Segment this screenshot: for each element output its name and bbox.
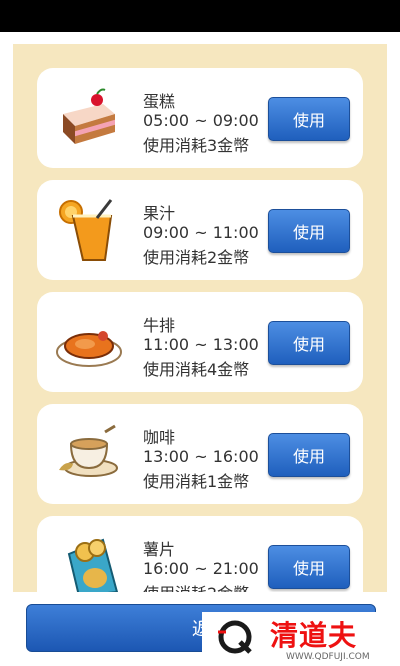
item-cost: 使用消耗2金幣 — [143, 248, 250, 267]
item-cost: 使用消耗1金幣 — [143, 472, 250, 491]
item-name: 薯片 — [143, 540, 176, 559]
watermark: 清道夫 WWW.QDFUJI.COM — [202, 612, 400, 666]
watermark-brand: 清道夫 — [270, 619, 358, 652]
use-button[interactable]: 使用 — [268, 321, 350, 365]
list-item: 薯片 16:00 ~ 21:00 使用消耗2金幣 使用 — [37, 516, 363, 592]
cake-icon — [55, 86, 123, 150]
item-cost: 使用消耗4金幣 — [143, 360, 250, 379]
watermark-url: WWW.QDFUJI.COM — [286, 652, 370, 662]
item-time: 09:00 ~ 11:00 — [143, 223, 259, 242]
item-name: 咖啡 — [143, 428, 176, 447]
coffee-icon — [55, 422, 123, 486]
chips-icon — [55, 534, 123, 592]
item-cost: 使用消耗3金幣 — [143, 136, 250, 155]
use-button[interactable]: 使用 — [268, 545, 350, 589]
use-button[interactable]: 使用 — [268, 433, 350, 477]
item-time: 16:00 ~ 21:00 — [143, 559, 259, 578]
juice-icon — [55, 198, 123, 262]
list-item: 牛排 11:00 ~ 13:00 使用消耗4金幣 使用 — [37, 292, 363, 392]
food-panel: 蛋糕 05:00 ~ 09:00 使用消耗3金幣 使用 果汁 09:00 ~ 1… — [13, 44, 387, 592]
use-button[interactable]: 使用 — [268, 209, 350, 253]
watermark-logo-icon — [218, 620, 252, 654]
steak-icon — [55, 310, 123, 374]
item-name: 果汁 — [143, 204, 176, 223]
list-item: 蛋糕 05:00 ~ 09:00 使用消耗3金幣 使用 — [37, 68, 363, 168]
status-bar — [0, 0, 400, 32]
item-time: 13:00 ~ 16:00 — [143, 447, 259, 466]
food-list: 蛋糕 05:00 ~ 09:00 使用消耗3金幣 使用 果汁 09:00 ~ 1… — [37, 68, 363, 592]
item-time: 05:00 ~ 09:00 — [143, 111, 259, 130]
list-item: 咖啡 13:00 ~ 16:00 使用消耗1金幣 使用 — [37, 404, 363, 504]
item-name: 蛋糕 — [143, 92, 176, 111]
use-button[interactable]: 使用 — [268, 97, 350, 141]
item-name: 牛排 — [143, 316, 176, 335]
list-item: 果汁 09:00 ~ 11:00 使用消耗2金幣 使用 — [37, 180, 363, 280]
item-cost: 使用消耗2金幣 — [143, 580, 249, 592]
item-time: 11:00 ~ 13:00 — [143, 335, 259, 354]
